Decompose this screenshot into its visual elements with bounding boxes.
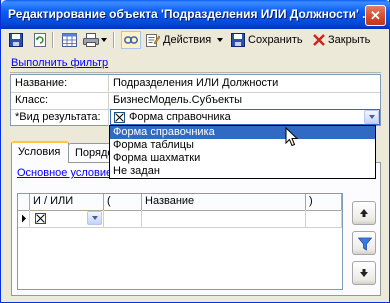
save-icon <box>231 33 245 47</box>
table-header: И / ИЛИ ( Название ) <box>18 194 342 211</box>
result-view-select[interactable]: Форма справочника <box>110 109 380 125</box>
checkbox-icon[interactable] <box>114 112 125 123</box>
tab-conditions[interactable]: Условия <box>11 141 69 163</box>
class-value[interactable]: БизнесМодель.Субъекты <box>110 92 242 109</box>
dropdown-option[interactable]: Форма шахматки <box>110 152 375 165</box>
move-down-button[interactable] <box>352 261 376 285</box>
editor-window: Редактирование объекта 'Подразделения ИЛ… <box>0 0 390 303</box>
divider <box>10 72 381 73</box>
open-paren-cell[interactable] <box>104 210 142 227</box>
toolbar-table-button[interactable] <box>62 31 77 49</box>
save-icon <box>9 33 23 47</box>
column-header-open-paren[interactable]: ( <box>104 194 142 210</box>
link-icon <box>124 35 138 45</box>
toolbar-save-text-button[interactable]: Сохранить <box>231 31 303 49</box>
actions-icon <box>146 33 160 47</box>
chevron-down-icon <box>101 38 107 42</box>
chevron-down-icon[interactable] <box>87 211 102 225</box>
property-row-class: Класс: БизнесМодель.Субъекты <box>11 92 380 110</box>
print-icon <box>83 33 99 47</box>
toolbar-link-button[interactable] <box>121 31 141 49</box>
column-header-name[interactable]: Название <box>142 194 306 210</box>
toolbar-print-button[interactable] <box>83 31 107 49</box>
table-row[interactable] <box>18 210 342 228</box>
close-label: Закрыть <box>328 34 371 46</box>
conditions-table: И / ИЛИ ( Название ) <box>17 193 343 290</box>
dropdown-option[interactable]: Форма справочника <box>110 126 375 139</box>
property-row-name: Название: Подразделения ИЛИ Должности <box>11 75 380 93</box>
tab-order[interactable]: Порядок <box>68 143 111 162</box>
name-value[interactable]: Подразделения ИЛИ Должности <box>110 75 278 92</box>
toolbar-close-button[interactable]: Закрыть <box>313 31 370 49</box>
save-label: Сохранить <box>248 34 303 46</box>
toolbar: Действия Сохранить Закрыть <box>5 31 387 49</box>
chevron-down-icon[interactable] <box>364 110 379 124</box>
filter-button[interactable] <box>352 231 376 255</box>
result-view-label: *Вид результата: <box>11 109 109 126</box>
table-icon <box>62 33 77 47</box>
row-indicator-icon <box>18 210 30 227</box>
toolbar-separator <box>113 32 115 48</box>
result-view-dropdown-list: Форма справочника Форма таблицы Форма ша… <box>109 125 376 179</box>
toolbar-separator <box>52 32 54 48</box>
window-close-button[interactable]: ✕ <box>365 5 386 26</box>
dropdown-option[interactable]: Не задан <box>110 165 375 178</box>
row-header-cell <box>18 194 30 210</box>
tab-strip: Условия Порядок <box>11 141 111 163</box>
conditions-panel: Основное условие И / ИЛИ ( Название ) <box>11 162 381 296</box>
toolbar-save-button[interactable] <box>9 31 23 49</box>
title-bar[interactable]: Редактирование объекта 'Подразделения ИЛ… <box>1 0 390 29</box>
actions-label: Действия <box>163 34 212 46</box>
class-label: Класс: <box>11 92 109 109</box>
result-view-label-text: Вид результата: <box>19 111 101 123</box>
property-row-result-view: *Вид результата: Форма справочника <box>11 109 380 126</box>
mouse-pointer-icon <box>285 126 299 150</box>
checkbox-icon[interactable] <box>35 213 46 224</box>
main-condition-link[interactable]: Основное условие <box>17 167 112 179</box>
name-cell[interactable] <box>142 210 306 227</box>
refresh-icon <box>33 33 47 47</box>
close-icon <box>313 34 325 46</box>
chevron-down-icon <box>217 38 224 42</box>
run-filter-link[interactable]: Выполнить фильтр <box>11 57 108 69</box>
column-header-close-paren[interactable]: ) <box>306 194 342 210</box>
dropdown-option[interactable]: Форма таблицы <box>110 139 375 152</box>
toolbar-actions-button[interactable]: Действия <box>146 31 224 49</box>
and-or-select[interactable] <box>30 210 104 227</box>
properties-grid: Название: Подразделения ИЛИ Должности Кл… <box>10 74 381 126</box>
move-up-button[interactable] <box>352 201 376 225</box>
close-paren-cell[interactable] <box>306 210 342 227</box>
column-header-and-or[interactable]: И / ИЛИ <box>30 194 104 210</box>
window-title: Редактирование объекта 'Подразделения ИЛ… <box>8 7 373 21</box>
result-view-value: Форма справочника <box>129 111 231 123</box>
name-label: Название: <box>11 75 109 92</box>
toolbar-refresh-button[interactable] <box>33 31 47 49</box>
